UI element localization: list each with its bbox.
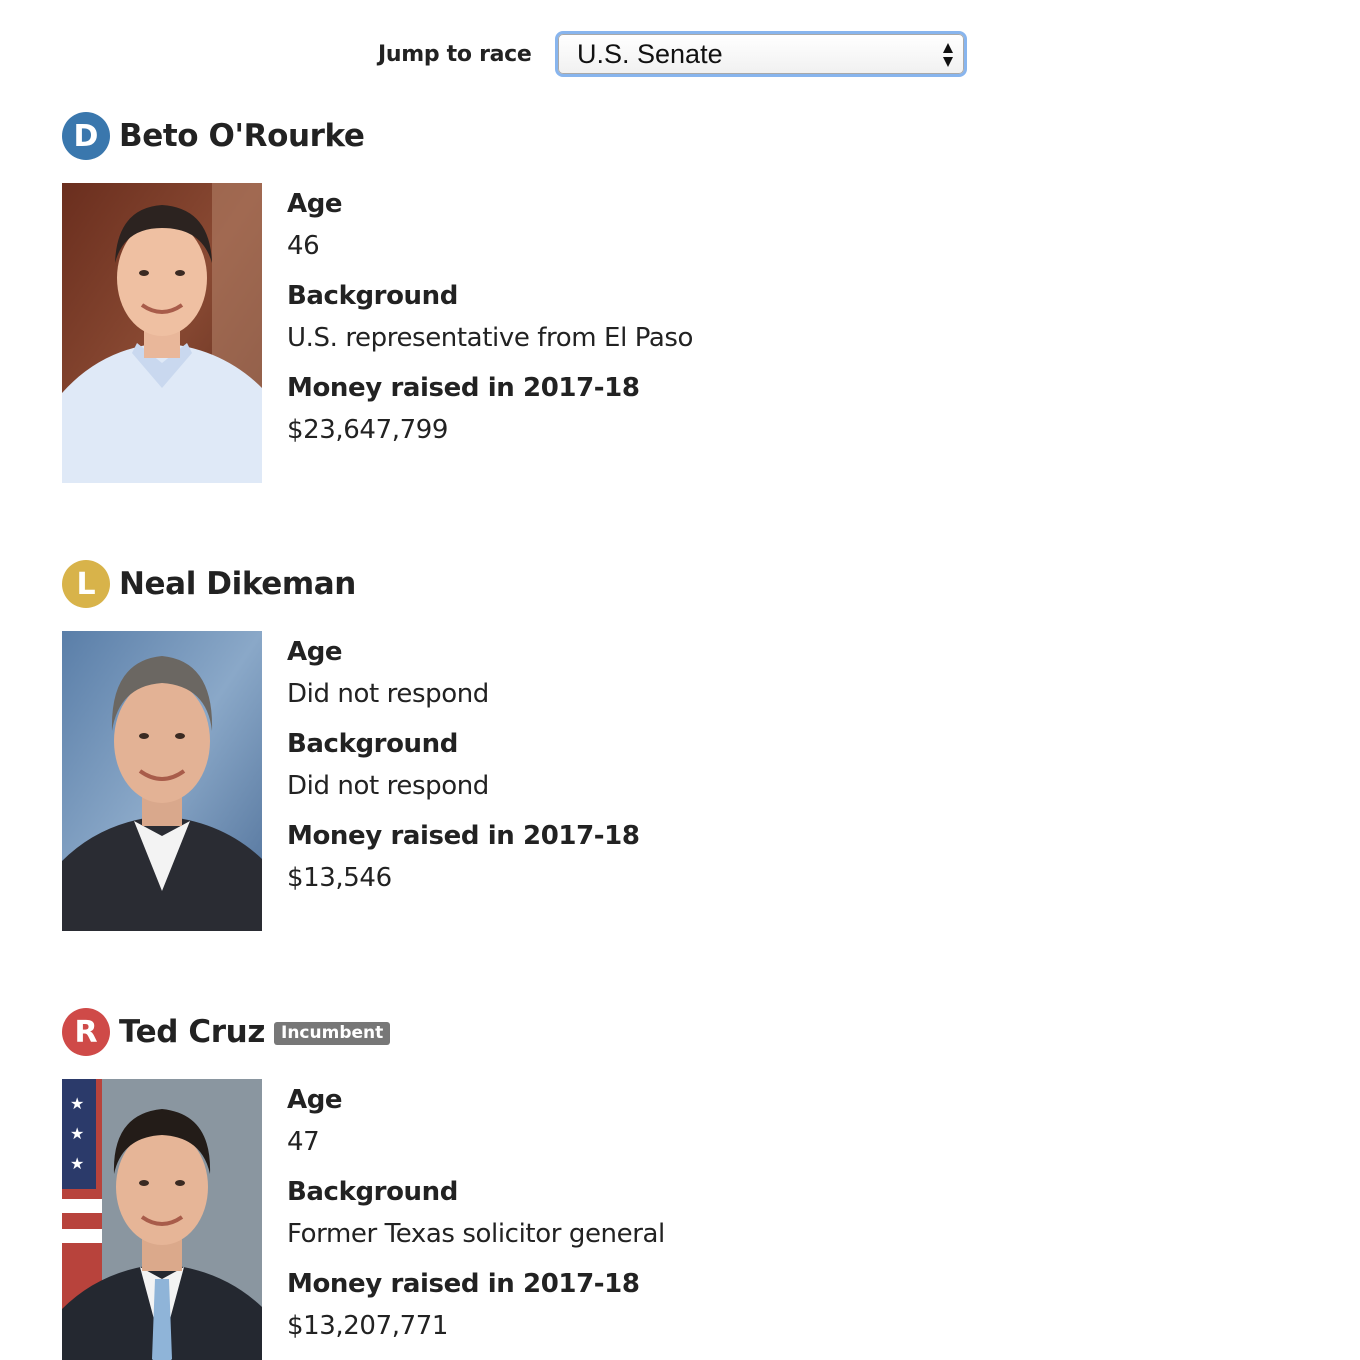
money-label: Money raised in 2017-18 <box>287 1269 640 1299</box>
svg-text:★: ★ <box>70 1094 84 1113</box>
candidate-facts: Age 46 Background U.S. representative fr… <box>287 183 693 483</box>
money-label: Money raised in 2017-18 <box>287 821 640 851</box>
background-value: Did not respond <box>287 771 489 801</box>
candidate-facts: Age 47 Background Former Texas solicitor… <box>287 1079 665 1360</box>
candidate-header: L Neal Dikeman <box>62 559 1262 609</box>
money-value: $23,647,799 <box>287 415 449 445</box>
money-value: $13,546 <box>287 863 392 893</box>
candidate-body: Age 46 Background U.S. representative fr… <box>62 183 1262 483</box>
incumbent-badge: Incumbent <box>274 1021 391 1045</box>
race-select-value: U.S. Senate <box>577 38 723 69</box>
page: Jump to race U.S. Senate D Beto O'Rourke <box>0 0 1360 1360</box>
candidate-facts: Age Did not respond Background Did not r… <box>287 631 640 931</box>
candidate-header: D Beto O'Rourke <box>62 111 1262 161</box>
party-badge-republican: R <box>62 1008 110 1056</box>
candidate-photo: ★ ★ ★ <box>62 1079 262 1360</box>
candidate-photo <box>62 183 262 483</box>
candidate-name: Neal Dikeman <box>119 566 356 602</box>
candidate-name: Beto O'Rourke <box>119 118 365 154</box>
age-label: Age <box>287 1085 343 1115</box>
age-value: 46 <box>287 231 320 261</box>
candidate-body: ★ ★ ★ Age 47 Background Former Texas sol… <box>62 1079 1262 1360</box>
background-label: Background <box>287 1177 458 1207</box>
jump-to-race-bar: Jump to race U.S. Senate <box>378 28 964 80</box>
jump-to-race-label: Jump to race <box>378 41 532 67</box>
party-badge-democrat: D <box>62 112 110 160</box>
age-value: 47 <box>287 1127 320 1157</box>
candidate-card-orourke: D Beto O'Rourke Age 46 Background U.S. r… <box>62 111 1262 483</box>
candidate-card-dikeman: L Neal Dikeman Age Did not respond Backg… <box>62 559 1262 931</box>
money-value: $13,207,771 <box>287 1311 449 1341</box>
candidate-card-cruz: R Ted Cruz Incumbent ★ ★ ★ Age 47 Backgr… <box>62 1007 1262 1360</box>
background-value: Former Texas solicitor general <box>287 1219 665 1249</box>
party-badge-libertarian: L <box>62 560 110 608</box>
candidate-name: Ted Cruz <box>119 1014 265 1050</box>
age-value: Did not respond <box>287 679 489 709</box>
age-label: Age <box>287 189 343 219</box>
background-value: U.S. representative from El Paso <box>287 323 694 353</box>
candidate-body: Age Did not respond Background Did not r… <box>62 631 1262 931</box>
background-label: Background <box>287 281 458 311</box>
race-select[interactable]: U.S. Senate <box>558 34 964 74</box>
money-label: Money raised in 2017-18 <box>287 373 640 403</box>
age-label: Age <box>287 637 343 667</box>
svg-text:★: ★ <box>70 1154 84 1173</box>
background-label: Background <box>287 729 458 759</box>
candidate-photo <box>62 631 262 931</box>
select-arrows-icon <box>943 43 953 67</box>
svg-text:★: ★ <box>70 1124 84 1143</box>
candidate-header: R Ted Cruz Incumbent <box>62 1007 1262 1057</box>
